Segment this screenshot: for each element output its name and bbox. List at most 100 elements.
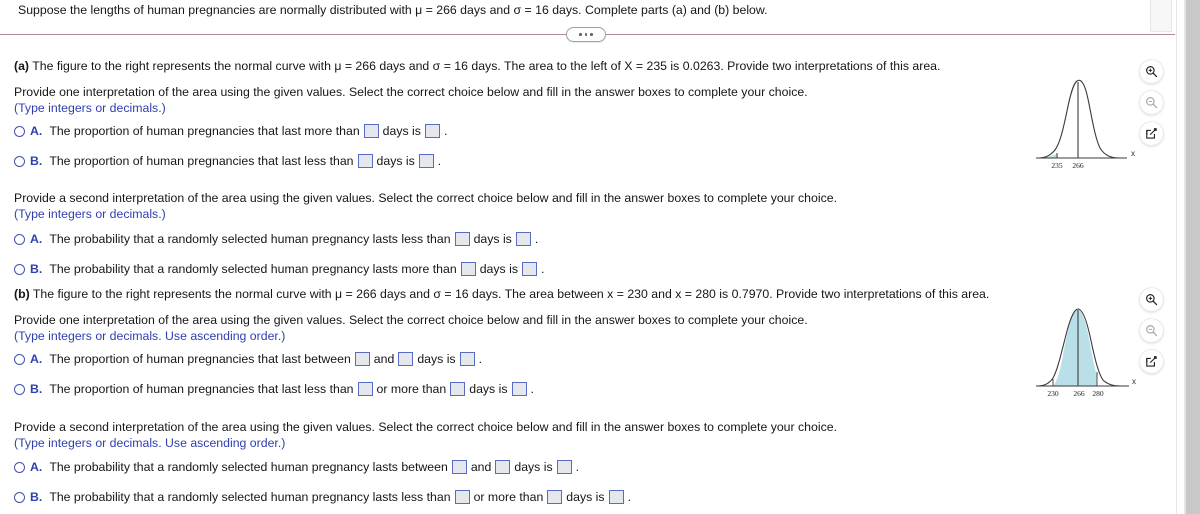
part-b-second-choices: A. The probability that a randomly selec…: [14, 454, 1014, 508]
choice-text-mid1: or more than: [473, 490, 544, 504]
choice-text-mid2: days is: [514, 460, 553, 474]
choice-b1-B[interactable]: B. The proportion of human pregnancies t…: [14, 378, 1014, 400]
answer-box-upper[interactable]: [547, 490, 563, 504]
radio-a1-B[interactable]: [14, 155, 25, 167]
choice-text-post: .: [478, 352, 483, 366]
choice-text-mid1: and: [470, 460, 492, 474]
exercise-page: Suppose the lengths of human pregnancies…: [0, 0, 1200, 514]
choice-text-mid: days is: [479, 262, 518, 276]
choice-text-pre: The proportion of human pregnancies that…: [49, 124, 360, 138]
choice-text-post: .: [437, 154, 442, 168]
choice-a2-B[interactable]: B. The probability that a randomly selec…: [14, 258, 1014, 280]
vertical-scrollbar[interactable]: [1185, 0, 1200, 514]
shaded-between-area: [1053, 309, 1097, 386]
choice-text-pre: The proportion of human pregnancies that…: [49, 382, 354, 396]
choice-text-mid2: days is: [417, 352, 456, 366]
answer-box-value[interactable]: [556, 460, 572, 474]
choice-text-pre: The proportion of human pregnancies that…: [49, 154, 354, 168]
zoom-in-icon[interactable]: [1140, 60, 1163, 83]
zoom-in-icon[interactable]: [1140, 288, 1163, 311]
radio-b1-B[interactable]: [14, 383, 25, 395]
choice-text-mid: days is: [382, 124, 421, 138]
choice-text-pre: The proportion of human pregnancies that…: [49, 352, 351, 366]
tick-label-left: 235: [1051, 161, 1063, 170]
radio-b1-A[interactable]: [14, 353, 25, 365]
answer-box-days[interactable]: [363, 124, 379, 138]
part-a-second-instruction-block: Provide a second interpretation of the a…: [14, 190, 1014, 222]
figure-a-tools: [1140, 60, 1168, 153]
part-a-first-choices: A. The proportion of human pregnancies t…: [14, 118, 1014, 172]
part-b-second-instruction-block: Provide a second interpretation of the a…: [14, 419, 1014, 451]
radio-b2-B[interactable]: [14, 491, 25, 503]
choice-text-mid: days is: [376, 154, 415, 168]
choice-text-post: .: [575, 460, 580, 474]
choice-key: A.: [30, 232, 43, 246]
answer-box-value[interactable]: [511, 382, 527, 396]
choice-key: A.: [30, 124, 43, 138]
part-a-block: (a) The figure to the right represents t…: [14, 58, 1014, 74]
answer-box-upper[interactable]: [398, 352, 414, 366]
tick-label-right: 280: [1092, 389, 1104, 398]
tick-label-left: 230: [1047, 389, 1059, 398]
radio-a2-A[interactable]: [14, 233, 25, 245]
choice-key: B.: [30, 382, 43, 396]
answer-box-lower[interactable]: [454, 490, 470, 504]
normal-curve-a: 235 266: [1036, 79, 1127, 170]
answer-box-lower[interactable]: [354, 352, 370, 366]
choice-key: B.: [30, 490, 43, 504]
answer-box-lower[interactable]: [451, 460, 467, 474]
answer-box-days[interactable]: [460, 262, 476, 276]
zoom-out-icon[interactable]: [1140, 91, 1163, 114]
answer-box-upper[interactable]: [450, 382, 466, 396]
answer-box-value[interactable]: [459, 352, 475, 366]
radio-b2-A[interactable]: [14, 461, 25, 473]
pop-out-icon[interactable]: [1140, 350, 1163, 373]
radio-a2-B[interactable]: [14, 263, 25, 275]
choice-text-mid2: days is: [566, 490, 605, 504]
part-a-second-instruction: Provide a second interpretation of the a…: [14, 191, 837, 205]
choice-a1-B[interactable]: B. The proportion of human pregnancies t…: [14, 150, 1014, 172]
part-b-second-instruction: Provide a second interpretation of the a…: [14, 420, 837, 434]
zoom-out-icon[interactable]: [1140, 319, 1163, 342]
choice-text-pre: The probability that a randomly selected…: [49, 460, 448, 474]
figure-part-a: 235 266 x: [1032, 70, 1142, 170]
curve-path: [1037, 79, 1121, 159]
choice-text-post: .: [534, 232, 539, 246]
part-b-second-hint: (Type integers or decimals. Use ascendin…: [14, 436, 286, 450]
answer-box-value[interactable]: [608, 490, 624, 504]
radio-a1-A[interactable]: [14, 125, 25, 137]
answer-box-value[interactable]: [418, 154, 434, 168]
tick-label-center: 266: [1073, 389, 1085, 398]
choice-key: A.: [30, 352, 43, 366]
tick-label-center: 266: [1072, 161, 1084, 170]
normal-curve-b: 230 266 280: [1036, 308, 1129, 398]
answer-box-days[interactable]: [357, 154, 373, 168]
section-divider: [0, 26, 1175, 44]
answer-box-value[interactable]: [424, 124, 440, 138]
answer-box-lower[interactable]: [357, 382, 373, 396]
choice-b1-A[interactable]: A. The proportion of human pregnancies t…: [14, 348, 1014, 370]
answer-box-value[interactable]: [521, 262, 537, 276]
figure-part-b: 230 266 280 x: [1032, 298, 1142, 398]
choice-text-pre: The probability that a randomly selected…: [49, 262, 457, 276]
ellipsis-icon[interactable]: [566, 27, 606, 42]
answer-box-upper[interactable]: [495, 460, 511, 474]
answer-box-value[interactable]: [515, 232, 531, 246]
part-b-first-choices: A. The proportion of human pregnancies t…: [14, 346, 1014, 400]
pop-out-icon[interactable]: [1140, 122, 1163, 145]
part-a-second-hint: (Type integers or decimals.): [14, 207, 166, 221]
figure-b-tools: [1140, 288, 1168, 381]
part-b-statement-text: The figure to the right represents the n…: [29, 287, 990, 301]
choice-text-pre: The probability that a randomly selected…: [49, 490, 451, 504]
choice-a1-A[interactable]: A. The proportion of human pregnancies t…: [14, 120, 1014, 142]
part-a-second-choices: A. The probability that a randomly selec…: [14, 226, 1014, 280]
axis-label-x: x: [1132, 377, 1136, 386]
choice-key: A.: [30, 460, 43, 474]
choice-a2-A[interactable]: A. The probability that a randomly selec…: [14, 228, 1014, 250]
part-a-first-instruction: Provide one interpretation of the area u…: [14, 85, 808, 99]
choice-b2-A[interactable]: A. The probability that a randomly selec…: [14, 456, 1014, 478]
answer-box-days[interactable]: [454, 232, 470, 246]
part-b-first-instruction-block: Provide one interpretation of the area u…: [14, 312, 1014, 344]
axis-label-x: x: [1131, 149, 1135, 158]
choice-b2-B[interactable]: B. The probability that a randomly selec…: [14, 486, 1014, 508]
